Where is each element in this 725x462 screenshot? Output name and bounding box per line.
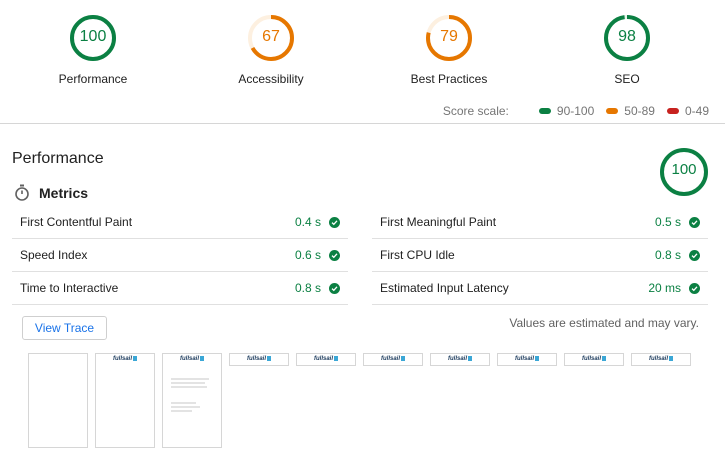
performance-title: Performance — [12, 150, 104, 167]
estimate-note: Values are estimated and may vary. — [509, 316, 699, 330]
gauge-label: SEO — [614, 72, 640, 86]
scale-average: 50-89 — [606, 104, 655, 118]
metric-name: Estimated Input Latency — [380, 281, 509, 295]
gauge-label: Best Practices — [410, 72, 488, 86]
performance-gauge: 100 — [659, 147, 709, 202]
fullsail-logo: fullsail — [297, 356, 355, 363]
filmstrip-frame: fullsail — [363, 353, 423, 366]
gauge-score: 79 — [440, 28, 458, 45]
metric-value: 0.8 s — [294, 281, 321, 295]
metric-value: 0.8 s — [654, 248, 681, 262]
score-scale: Score scale: 90-100 50-89 0-49 — [443, 104, 709, 118]
metrics-column-right: First Meaningful Paint 0.5 s First CPU I… — [372, 206, 708, 305]
gauge-performance[interactable]: 100 Performance — [18, 14, 168, 86]
scale-range-label: 50-89 — [624, 104, 655, 118]
metrics-header: Metrics — [14, 184, 88, 201]
gauge-seo[interactable]: 98 SEO — [552, 14, 702, 86]
metric-name: First CPU Idle — [380, 248, 455, 262]
metric-name: Time to Interactive — [20, 281, 119, 295]
metrics-column-left: First Contentful Paint 0.4 s Speed Index… — [12, 206, 348, 305]
metrics-heading: Metrics — [39, 184, 89, 201]
fullsail-logo: fullsail — [632, 356, 690, 363]
metric-value: 20 ms — [648, 281, 681, 295]
fullsail-logo: fullsail — [96, 356, 154, 363]
filmstrip-frame: fullsail — [564, 353, 624, 366]
metric-row: Speed Index 0.6 s — [12, 239, 348, 272]
metric-row: Estimated Input Latency 20 ms — [372, 272, 708, 305]
metric-name: First Meaningful Paint — [380, 215, 497, 229]
metric-name: First Contentful Paint — [20, 215, 133, 229]
metric-value: 0.6 s — [294, 248, 321, 262]
filmstrip-frame: fullsail — [430, 353, 490, 366]
filmstrip-frame-blank — [28, 353, 88, 448]
scale-range-label: 90-100 — [556, 104, 595, 118]
gauge-label: Accessibility — [238, 72, 304, 86]
filmstrip-frame: fullsail — [497, 353, 557, 366]
pass-indicator-icon — [538, 108, 551, 114]
view-trace-button[interactable]: View Trace — [22, 316, 107, 340]
filmstrip-frame: fullsail — [631, 353, 691, 366]
filmstrip-frame: fullsail — [229, 353, 289, 366]
page-content-thumbnail — [171, 376, 213, 414]
average-indicator-icon — [606, 108, 619, 114]
metric-row: First Contentful Paint 0.4 s — [12, 206, 348, 239]
metric-value: 0.5 s — [654, 215, 681, 229]
gauge-label: Performance — [58, 72, 128, 86]
gauge-score: 67 — [262, 28, 280, 45]
fail-indicator-icon — [666, 108, 679, 114]
scale-pass: 90-100 — [538, 104, 595, 118]
pass-check-icon — [689, 249, 700, 261]
fullsail-logo: fullsail — [163, 356, 221, 363]
scale-range-label: 0-49 — [684, 104, 709, 118]
scale-fail: 0-49 — [666, 104, 709, 118]
pass-check-icon — [329, 249, 340, 261]
fullsail-logo: fullsail — [230, 356, 288, 363]
gauge-best-practices[interactable]: 79 Best Practices — [374, 14, 524, 86]
pass-check-icon — [689, 282, 700, 294]
filmstrip-frame: fullsail — [162, 353, 222, 448]
gauge-accessibility[interactable]: 67 Accessibility — [196, 14, 346, 86]
fullsail-logo: fullsail — [565, 356, 623, 363]
pass-check-icon — [689, 216, 700, 228]
metric-row: First Meaningful Paint 0.5 s — [372, 206, 708, 239]
fullsail-logo: fullsail — [431, 356, 489, 363]
metric-row: Time to Interactive 0.8 s — [12, 272, 348, 305]
gauge-score: 98 — [618, 28, 636, 45]
pass-check-icon — [329, 216, 340, 228]
metric-row: First CPU Idle 0.8 s — [372, 239, 708, 272]
filmstrip-frame: fullsail — [296, 353, 356, 366]
score-scale-label: Score scale: — [442, 104, 509, 118]
filmstrip-frame: fullsail — [95, 353, 155, 448]
metric-name: Speed Index — [20, 248, 88, 262]
metric-value: 0.4 s — [294, 215, 321, 229]
gauge-score: 100 — [79, 28, 107, 45]
fullsail-logo: fullsail — [364, 356, 422, 363]
section-divider — [0, 123, 725, 124]
fullsail-logo: fullsail — [498, 356, 556, 363]
category-gauges: 100 Performance 67 Accessibility 79 Best… — [0, 0, 725, 100]
stopwatch-icon — [15, 184, 29, 201]
performance-score: 100 — [671, 161, 697, 178]
pass-check-icon — [329, 282, 340, 294]
